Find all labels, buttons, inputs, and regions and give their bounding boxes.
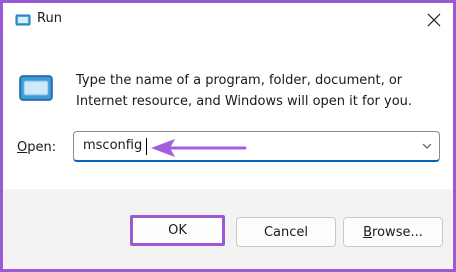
browse-label-rest: rowse...	[372, 224, 423, 240]
arrow-annotation-icon	[151, 139, 247, 157]
close-button[interactable]	[423, 9, 445, 31]
description-text: Type the name of a program, folder, docu…	[76, 73, 413, 109]
close-icon	[427, 13, 441, 27]
browse-button-label: Browse...	[363, 225, 423, 240]
run-app-icon	[15, 14, 31, 26]
text-caret	[146, 138, 147, 155]
open-input-value[interactable]: msconfig	[83, 138, 142, 153]
open-access-key: O	[17, 140, 28, 155]
chevron-down-icon[interactable]	[421, 140, 433, 152]
run-icon	[19, 75, 53, 101]
open-label-rest: pen:	[27, 140, 57, 155]
browse-access-key: B	[363, 224, 373, 240]
open-label: Open:	[17, 140, 56, 155]
run-dialog: Run Type the name of a program, folder, …	[0, 0, 456, 272]
open-combobox[interactable]: msconfig	[73, 131, 440, 162]
window-title: Run	[37, 11, 62, 26]
cancel-button[interactable]: Cancel	[236, 217, 336, 247]
ok-button[interactable]: OK	[130, 215, 225, 246]
dialog-content: Type the name of a program, folder, docu…	[3, 37, 453, 189]
browse-button[interactable]: Browse...	[343, 217, 443, 247]
title-bar: Run	[3, 3, 453, 37]
ok-button-label: OK	[168, 223, 187, 238]
cancel-button-label: Cancel	[263, 224, 309, 240]
